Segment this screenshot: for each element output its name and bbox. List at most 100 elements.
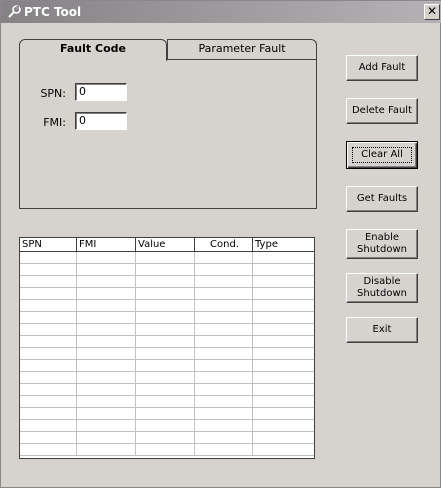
table-cell: [136, 360, 195, 372]
enable-shutdown-label: Enable Shutdown: [357, 232, 407, 255]
title-bar[interactable]: PTC Tool ✕: [1, 1, 441, 23]
spn-label: SPN:: [40, 87, 66, 100]
close-icon: ✕: [426, 4, 438, 18]
table-cell: [253, 432, 314, 444]
get-faults-label: Get Faults: [356, 193, 408, 204]
table-row[interactable]: [20, 432, 314, 444]
table-cell: [77, 348, 136, 360]
table-cell: [77, 396, 136, 408]
table-row[interactable]: [20, 384, 314, 396]
table-cell: [136, 432, 195, 444]
table-cell: [195, 396, 253, 408]
column-header-value[interactable]: Value: [136, 238, 195, 252]
table-cell: [195, 336, 253, 348]
table-cell: [20, 300, 77, 312]
table-row[interactable]: [20, 360, 314, 372]
table-cell: [77, 372, 136, 384]
table-cell: [77, 384, 136, 396]
get-faults-button[interactable]: Get Faults: [346, 186, 418, 212]
table-row[interactable]: [20, 276, 314, 288]
fmi-input[interactable]: 0: [75, 112, 127, 130]
table-row[interactable]: [20, 312, 314, 324]
table-cell: [253, 408, 314, 420]
table-cell: [77, 360, 136, 372]
table-cell: [136, 420, 195, 432]
disable-shutdown-button[interactable]: Disable Shutdown: [346, 273, 418, 303]
clear-all-button[interactable]: Clear All: [346, 141, 418, 169]
table-cell: [77, 276, 136, 288]
table-cell: [77, 300, 136, 312]
table-row[interactable]: [20, 324, 314, 336]
spn-input[interactable]: 0: [75, 83, 127, 101]
table-cell: [20, 348, 77, 360]
table-cell: [20, 432, 77, 444]
table-cell: [195, 300, 253, 312]
table-cell: [20, 336, 77, 348]
fault-table[interactable]: SPN FMI Value Cond. Type: [19, 237, 315, 459]
disable-shutdown-label: Disable Shutdown: [357, 276, 407, 299]
column-header-fmi[interactable]: FMI: [77, 238, 136, 252]
table-cell: [20, 360, 77, 372]
column-header-cond[interactable]: Cond.: [195, 238, 253, 252]
table-row[interactable]: [20, 300, 314, 312]
table-row[interactable]: [20, 288, 314, 300]
table-cell: [253, 264, 314, 276]
delete-fault-button[interactable]: Delete Fault: [346, 98, 418, 124]
add-fault-button[interactable]: Add Fault: [346, 55, 418, 81]
table-cell: [136, 444, 195, 456]
table-cell: [136, 384, 195, 396]
table-cell: [136, 276, 195, 288]
table-cell: [20, 312, 77, 324]
column-header-type[interactable]: Type: [253, 238, 314, 252]
table-cell: [136, 300, 195, 312]
table-cell: [136, 396, 195, 408]
table-cell: [195, 408, 253, 420]
table-cell: [253, 384, 314, 396]
table-cell: [253, 324, 314, 336]
table-cell: [20, 420, 77, 432]
ptc-tool-window: PTC Tool ✕ Fault Code Parameter Fault SP…: [0, 0, 441, 488]
exit-button[interactable]: Exit: [346, 317, 418, 343]
tab-strip: Fault Code Parameter Fault: [19, 39, 317, 61]
table-row[interactable]: [20, 408, 314, 420]
table-cell: [20, 384, 77, 396]
enable-shutdown-button[interactable]: Enable Shutdown: [346, 229, 418, 259]
table-cell: [77, 408, 136, 420]
table-cell: [77, 336, 136, 348]
tab-parameter-fault[interactable]: Parameter Fault: [167, 39, 317, 59]
table-cell: [136, 264, 195, 276]
table-cell: [136, 372, 195, 384]
table-row[interactable]: [20, 264, 314, 276]
tab-fault-code[interactable]: Fault Code: [19, 39, 167, 61]
table-cell: [136, 288, 195, 300]
table-cell: [195, 444, 253, 456]
table-row[interactable]: [20, 252, 314, 264]
table-row[interactable]: [20, 348, 314, 360]
table-cell: [77, 444, 136, 456]
table-cell: [253, 312, 314, 324]
table-row[interactable]: [20, 336, 314, 348]
table-cell: [20, 408, 77, 420]
table-header: SPN FMI Value Cond. Type: [20, 238, 314, 252]
table-cell: [136, 408, 195, 420]
table-cell: [195, 432, 253, 444]
table-cell: [77, 312, 136, 324]
table-cell: [253, 444, 314, 456]
table-cell: [77, 264, 136, 276]
table-cell: [253, 420, 314, 432]
close-button[interactable]: ✕: [424, 4, 440, 20]
table-cell: [20, 444, 77, 456]
delete-fault-label: Delete Fault: [351, 105, 413, 116]
column-header-spn[interactable]: SPN: [20, 238, 77, 252]
table-cell: [253, 336, 314, 348]
table-row[interactable]: [20, 420, 314, 432]
table-cell: [136, 312, 195, 324]
table-row[interactable]: [20, 444, 314, 456]
table-row[interactable]: [20, 396, 314, 408]
table-row[interactable]: [20, 372, 314, 384]
wrench-icon: [8, 5, 21, 18]
table-cell: [20, 288, 77, 300]
clear-all-label: Clear All: [352, 147, 412, 163]
table-cell: [195, 288, 253, 300]
table-cell: [195, 384, 253, 396]
